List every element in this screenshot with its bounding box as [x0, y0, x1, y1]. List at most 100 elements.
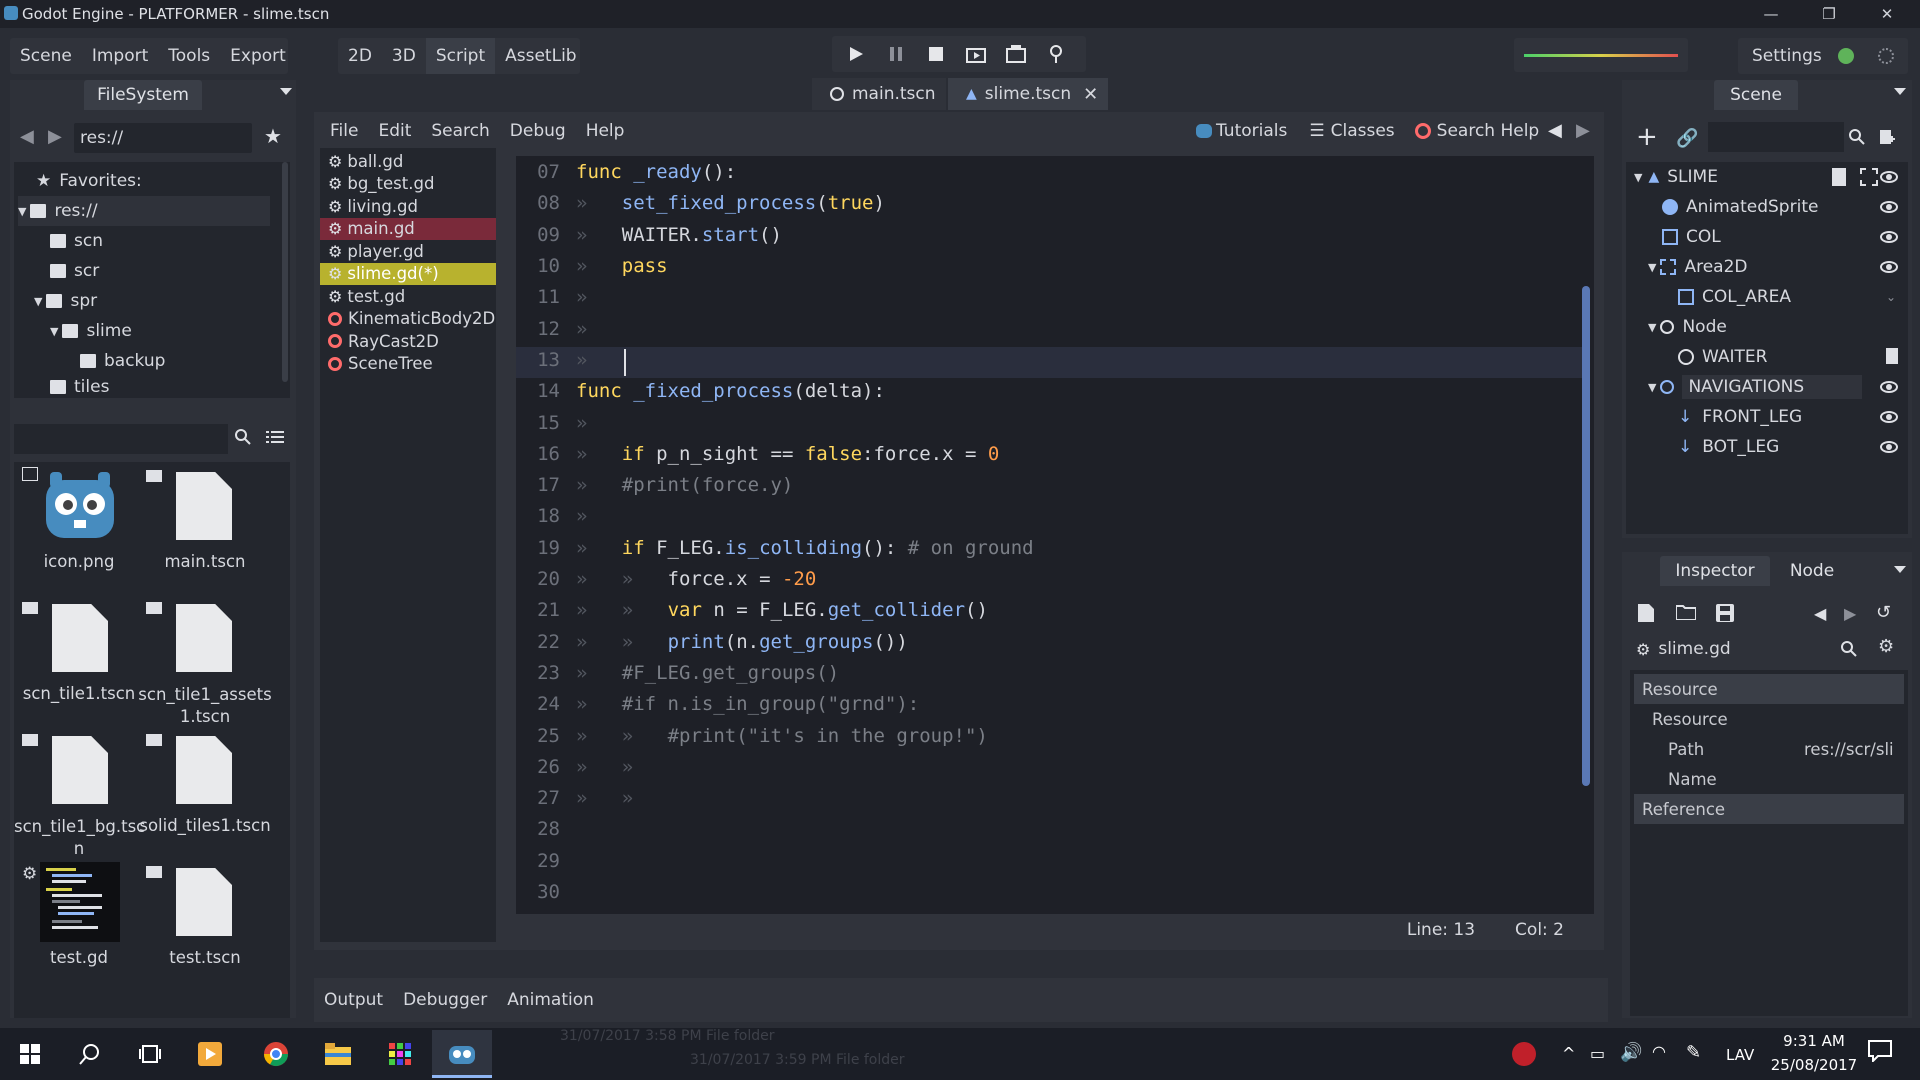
object-settings-gear-icon[interactable]: ⚙	[1878, 636, 1894, 657]
code-line[interactable]: 26 » »	[516, 751, 633, 782]
tray-chevron-up-icon[interactable]: ^	[1562, 1044, 1575, 1063]
tutorials-button[interactable]: Tutorials	[1196, 121, 1287, 141]
chrome-icon[interactable]	[252, 1030, 300, 1078]
file-name-scn-tile1-bg[interactable]: scn_tile1_bg.tsc n	[14, 816, 145, 860]
code-line[interactable]: 27 » »	[516, 783, 633, 814]
forward-arrow-icon[interactable]: ▶	[48, 126, 62, 147]
visibility-eye-icon[interactable]	[1880, 171, 1898, 183]
file-search-input[interactable]	[14, 424, 228, 454]
restore-button[interactable]: ❐	[1806, 0, 1852, 28]
settings-button[interactable]: Settings	[1752, 46, 1822, 66]
tab-node[interactable]: Node	[1774, 556, 1850, 586]
code-line[interactable]: 19 » if F_LEG.is_colliding(): # on ground	[516, 532, 1034, 563]
clock-time[interactable]: 9:31 AM	[1766, 1032, 1862, 1050]
battery-icon[interactable]: ▭	[1590, 1044, 1605, 1063]
tree-folder-backup[interactable]: backup	[80, 346, 165, 376]
group-lock-icon[interactable]	[1860, 168, 1878, 186]
tab-animation[interactable]: Animation	[497, 978, 604, 1022]
prev-object-icon[interactable]: ◀	[1814, 604, 1826, 623]
code-line[interactable]: 13 »	[516, 344, 587, 375]
file-icon-test-tscn[interactable]	[176, 868, 232, 936]
node-row-animatedsprite[interactable]: AnimatedSprite	[1662, 192, 1908, 222]
tab-main-tscn[interactable]: main.tscn	[812, 78, 946, 110]
visibility-eye-icon[interactable]	[1880, 231, 1898, 243]
dock-menu-icon[interactable]	[1894, 88, 1906, 95]
antivirus-tray-icon[interactable]	[1512, 1042, 1536, 1066]
node-row-waiter[interactable]: WAITER	[1678, 342, 1908, 372]
node-row-col-area[interactable]: COL_AREA ⌄	[1678, 282, 1908, 312]
code-line[interactable]: 30	[516, 876, 576, 907]
script-menu-debug[interactable]: Debug	[500, 116, 576, 146]
clock-date[interactable]: 25/08/2017	[1766, 1056, 1862, 1074]
debug-options-icon[interactable]	[1044, 42, 1068, 66]
history-back-icon[interactable]: ◀	[1548, 120, 1562, 141]
file-name-test-tscn[interactable]: test.tscn	[138, 948, 272, 967]
node-row-navigations[interactable]: ▼ NAVIGATIONS	[1648, 372, 1908, 402]
doc-item[interactable]: KinematicBody2D	[320, 308, 496, 331]
file-icon-scn-tile1-assets1[interactable]	[176, 604, 232, 672]
script-menu-file[interactable]: File	[320, 116, 368, 146]
script-attached-icon[interactable]	[1832, 168, 1846, 186]
code-line[interactable]: 24 » #if n.is_in_group("grnd"):	[516, 689, 919, 720]
node-row-front-leg[interactable]: ↓ FRONT_LEG	[1678, 402, 1908, 432]
search-icon[interactable]	[1840, 640, 1858, 663]
node-row-col[interactable]: COL	[1662, 222, 1908, 252]
signal-connected-icon[interactable]	[1886, 348, 1898, 364]
file-icon-scn-tile1[interactable]	[52, 604, 108, 672]
code-line[interactable]: 25 » » #print("it's in the group!")	[516, 720, 988, 751]
tab-output[interactable]: Output	[314, 978, 393, 1022]
file-icon-test-gd[interactable]	[40, 862, 120, 942]
file-name-icon-png[interactable]: icon.png	[20, 552, 138, 571]
tree-folder-scn[interactable]: scn	[50, 226, 103, 256]
menu-export[interactable]: Export	[220, 38, 296, 74]
file-explorer-icon[interactable]	[314, 1030, 362, 1078]
visibility-eye-icon[interactable]	[1880, 381, 1898, 393]
store-icon[interactable]	[376, 1030, 424, 1078]
tree-folder-slime[interactable]: ▼ slime	[50, 316, 132, 346]
code-scrollbar[interactable]	[1582, 286, 1590, 786]
tree-scrollbar[interactable]	[282, 162, 288, 382]
file-icon-main-tscn[interactable]	[176, 472, 232, 540]
new-resource-icon[interactable]	[1638, 604, 1654, 627]
menu-tools[interactable]: Tools	[158, 38, 220, 74]
code-line[interactable]: 29	[516, 845, 576, 876]
list-view-icon[interactable]	[266, 428, 284, 451]
file-icon-png[interactable]	[40, 470, 120, 542]
chevron-down-icon[interactable]: ⌄	[1886, 290, 1896, 304]
code-line[interactable]: 23 » #F_LEG.get_groups()	[516, 657, 839, 688]
code-line[interactable]: 09 » WAITER.start()	[516, 219, 782, 250]
node-row-bot-leg[interactable]: ↓ BOT_LEG	[1678, 432, 1908, 462]
history-icon[interactable]: ↺	[1876, 602, 1891, 623]
path-field[interactable]: res://	[74, 123, 252, 153]
doc-item[interactable]: RayCast2D	[320, 330, 496, 353]
section-reference[interactable]: Reference	[1634, 794, 1904, 824]
tree-res[interactable]: ▼ res://	[18, 196, 270, 226]
media-player-icon[interactable]	[186, 1030, 234, 1078]
menu-import[interactable]: Import	[82, 38, 158, 74]
script-menu-help[interactable]: Help	[576, 116, 635, 146]
next-object-icon[interactable]: ▶	[1844, 604, 1856, 623]
file-icon-solid-tiles1[interactable]	[176, 736, 232, 804]
code-line[interactable]: 10 » pass	[516, 250, 667, 281]
dock-menu-icon[interactable]	[280, 88, 292, 95]
minimize-button[interactable]: —	[1748, 0, 1794, 28]
play-custom-scene-icon[interactable]	[1004, 42, 1028, 66]
visibility-eye-icon[interactable]	[1880, 201, 1898, 213]
save-icon[interactable]	[1716, 604, 1734, 627]
script-item[interactable]: ⚙ main.gd	[320, 217, 496, 240]
visibility-eye-icon[interactable]	[1880, 411, 1898, 423]
code-line[interactable]: 07 func _ready():	[516, 157, 736, 188]
code-line[interactable]: 11 »	[516, 282, 587, 313]
dock-menu-icon[interactable]	[1894, 566, 1906, 573]
notifications-icon[interactable]	[1868, 1040, 1892, 1067]
property-path-value[interactable]: res://scr/sli	[1804, 734, 1904, 764]
script-item[interactable]: ⚙ test.gd	[320, 285, 496, 308]
node-filter-input[interactable]	[1708, 122, 1844, 152]
visibility-eye-icon[interactable]	[1880, 441, 1898, 453]
wifi-icon[interactable]: ◠	[1652, 1042, 1666, 1061]
tab-slime-tscn[interactable]: ▲ slime.tscn ✕	[948, 78, 1108, 110]
node-row-area2d[interactable]: ▼ Area2D	[1648, 252, 1908, 282]
workspace-assetlib[interactable]: AssetLib	[495, 38, 586, 74]
tab-debugger[interactable]: Debugger	[393, 978, 497, 1022]
instance-link-icon[interactable]: 🔗	[1676, 128, 1698, 149]
